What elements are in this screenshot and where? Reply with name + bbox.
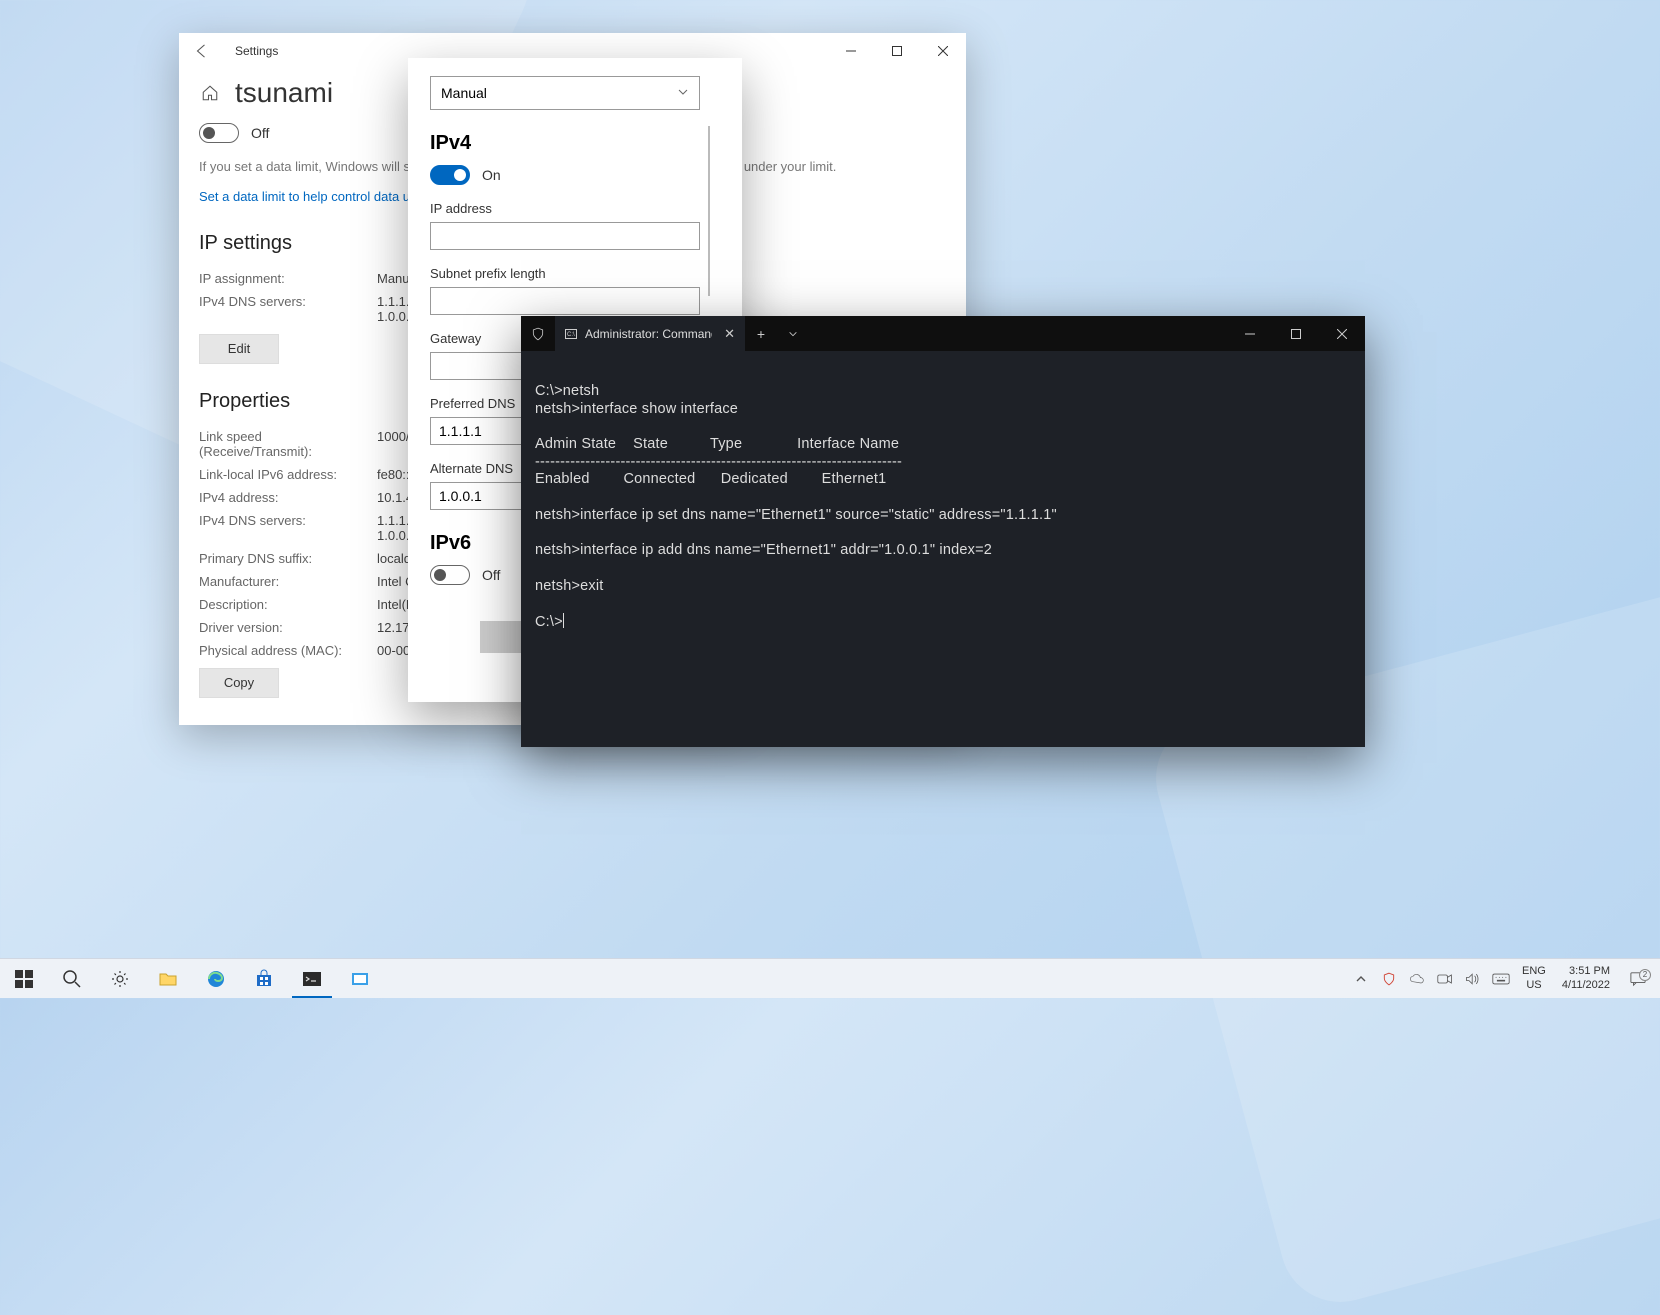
tab-dropdown-button[interactable] <box>777 316 809 351</box>
ipv4-toggle[interactable] <box>430 165 470 185</box>
metered-toggle-label: Off <box>251 125 269 141</box>
terminal-cursor <box>563 613 564 628</box>
kv-key: IPv4 DNS servers: <box>199 513 377 543</box>
ip-address-field[interactable] <box>430 222 700 250</box>
svg-text:C:\: C:\ <box>567 332 575 338</box>
cmd-icon: C:\ <box>565 327 577 341</box>
language-indicator[interactable]: ENGUS <box>1516 965 1552 991</box>
back-button[interactable] <box>191 41 211 61</box>
shield-icon <box>521 316 555 351</box>
file-explorer-icon[interactable] <box>144 959 192 998</box>
edge-icon[interactable] <box>192 959 240 998</box>
notification-badge: 2 <box>1639 969 1651 981</box>
terminal-taskbar-icon[interactable] <box>288 959 336 998</box>
terminal-tab-title: Administrator: Command Prompt <box>585 327 712 341</box>
ipv4-heading: IPv4 <box>430 132 720 155</box>
kv-key: Manufacturer: <box>199 574 377 589</box>
tray-onedrive-icon[interactable] <box>1404 973 1430 985</box>
terminal-tabbar: C:\ Administrator: Command Prompt ✕ + <box>521 316 1365 351</box>
tray-security-icon[interactable] <box>1376 972 1402 986</box>
kv-key: Link-local IPv6 address: <box>199 467 377 482</box>
tray-chevron-icon[interactable] <box>1348 973 1374 985</box>
kv-key: Link speed (Receive/Transmit): <box>199 429 377 459</box>
taskbar: ENGUS 3:51 PM4/11/2022 2 <box>0 958 1660 998</box>
minimize-button[interactable] <box>828 35 874 67</box>
edit-button[interactable]: Edit <box>199 334 279 364</box>
kv-key: Physical address (MAC): <box>199 643 377 658</box>
subnet-prefix-field[interactable] <box>430 287 700 315</box>
tray-volume-icon[interactable] <box>1460 972 1486 986</box>
terminal-output[interactable]: C:\>netsh netsh>interface show interface… <box>521 351 1365 747</box>
kv-key: Driver version: <box>199 620 377 635</box>
copy-button[interactable]: Copy <box>199 668 279 698</box>
ipv4-toggle-label: On <box>482 167 501 183</box>
dropdown-value: Manual <box>441 85 487 101</box>
chevron-down-icon <box>677 86 689 101</box>
tray-keyboard-icon[interactable] <box>1488 973 1514 985</box>
subnet-prefix-label: Subnet prefix length <box>430 266 720 281</box>
maximize-button[interactable] <box>874 35 920 67</box>
kv-key: Description: <box>199 597 377 612</box>
metered-toggle[interactable] <box>199 123 239 143</box>
terminal-tab[interactable]: C:\ Administrator: Command Prompt ✕ <box>555 316 745 351</box>
close-tab-icon[interactable]: ✕ <box>724 326 735 342</box>
kv-key: IP assignment: <box>199 271 377 286</box>
kv-key: Primary DNS suffix: <box>199 551 377 566</box>
kv-key: IPv4 DNS servers: <box>199 294 377 324</box>
ipv6-toggle[interactable] <box>430 565 470 585</box>
new-tab-button[interactable]: + <box>745 316 777 351</box>
ip-mode-dropdown[interactable]: Manual <box>430 76 700 110</box>
kv-key: IPv4 address: <box>199 490 377 505</box>
term-minimize-button[interactable] <box>1227 316 1273 351</box>
window-title: Settings <box>235 44 278 58</box>
clock[interactable]: 3:51 PM4/11/2022 <box>1554 965 1618 991</box>
store-icon[interactable] <box>240 959 288 998</box>
home-icon <box>199 82 221 104</box>
close-button[interactable] <box>920 35 966 67</box>
ip-address-label: IP address <box>430 201 720 216</box>
settings-taskbar-icon[interactable] <box>96 959 144 998</box>
terminal-window: C:\ Administrator: Command Prompt ✕ + C:… <box>521 316 1365 747</box>
action-center-icon[interactable]: 2 <box>1620 971 1656 987</box>
tray-meet-now-icon[interactable] <box>1432 972 1458 986</box>
dialog-scrollbar[interactable] <box>708 126 710 296</box>
start-button[interactable] <box>0 959 48 998</box>
kv-value: 00-00 <box>377 643 410 658</box>
term-maximize-button[interactable] <box>1273 316 1319 351</box>
sandbox-icon[interactable] <box>336 959 384 998</box>
search-button[interactable] <box>48 959 96 998</box>
ipv6-toggle-label: Off <box>482 567 500 583</box>
kv-value: fe80:: <box>377 467 410 482</box>
page-title: tsunami <box>235 77 333 109</box>
term-close-button[interactable] <box>1319 316 1365 351</box>
